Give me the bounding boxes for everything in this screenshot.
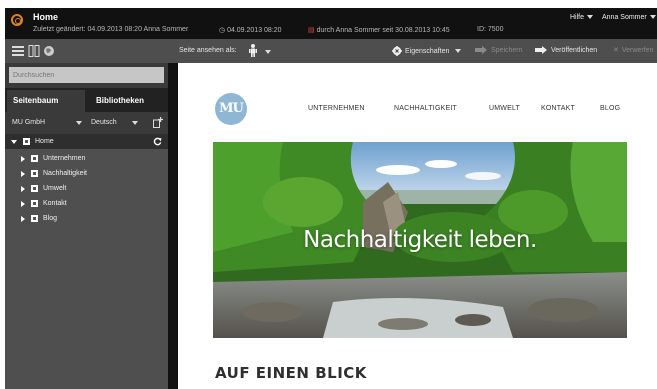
language-select[interactable]: Deutsch xyxy=(91,119,117,126)
save-arrow-icon xyxy=(475,46,487,54)
user-name: Anna Sommer xyxy=(602,14,647,21)
chevron-down-icon[interactable] xyxy=(76,121,82,125)
tree-item-label: Nachhaltigkeit xyxy=(43,170,87,177)
tab-libraries[interactable]: Bibliotheken xyxy=(90,90,166,112)
chevron-down-icon[interactable] xyxy=(132,121,138,125)
user-menu[interactable]: Anna Sommer xyxy=(602,14,656,21)
page-title: Home xyxy=(33,12,59,22)
page-tree: Home Unternehmen Nachhaltigkeit Umwelt K… xyxy=(5,134,168,389)
view-as-label: Seite ansehen als: xyxy=(179,47,237,54)
search-input[interactable] xyxy=(9,67,164,83)
site-logo[interactable]: MU xyxy=(215,93,247,125)
chevron-down-icon xyxy=(587,15,594,20)
refresh-icon[interactable] xyxy=(153,137,162,146)
page-icon xyxy=(31,200,38,207)
tree-item-umwelt[interactable]: Umwelt xyxy=(21,181,66,196)
page-icon xyxy=(23,138,30,145)
site-select[interactable]: MU GmbH xyxy=(12,119,45,126)
properties-button[interactable]: Eigenschaften xyxy=(392,46,462,56)
expand-icon[interactable] xyxy=(21,155,25,162)
page-icon xyxy=(31,185,38,192)
page-icon xyxy=(31,215,38,222)
hero-heading: Nachhaltigkeit leben. xyxy=(303,227,537,253)
help-menu[interactable]: Hilfe xyxy=(570,14,594,21)
nav-umwelt[interactable]: UMWELT xyxy=(489,105,520,112)
expand-icon[interactable] xyxy=(21,170,25,177)
lock-text: durch Anna Sommer seit 30.08.2013 10:45 xyxy=(316,27,450,34)
top-bar: Home Zuletzt geändert: 04.09.2013 08:20 … xyxy=(5,8,657,39)
chevron-down-icon xyxy=(649,15,656,20)
discard-button[interactable]: ✕ Verwerfen xyxy=(613,46,654,55)
app-logo-icon[interactable] xyxy=(11,14,23,26)
columns-view-icon[interactable] xyxy=(28,45,40,57)
date-info: ◷ 04.09.2013 08:20 xyxy=(219,26,282,34)
properties-label: Eigenschaften xyxy=(405,47,450,55)
tree-item-label: Unternehmen xyxy=(43,155,86,162)
publish-button[interactable]: Veröffentlichen xyxy=(535,46,597,54)
list-view-icon[interactable] xyxy=(12,45,24,57)
nav-kontakt[interactable]: KONTAKT xyxy=(541,105,575,112)
person-icon[interactable] xyxy=(248,44,258,57)
tree-item-label: Blog xyxy=(43,215,58,222)
tree-item-label: Home xyxy=(35,138,54,145)
lock-icon: ▤ xyxy=(308,27,315,34)
help-label: Hilfe xyxy=(570,14,585,21)
cms-window: Home Zuletzt geändert: 04.09.2013 08:20 … xyxy=(5,8,657,389)
sidebar-selectors: MU GmbH Deutsch xyxy=(5,112,168,134)
tab-page-tree[interactable]: Seitenbaum xyxy=(7,90,85,112)
chevron-down-icon xyxy=(455,49,462,53)
nav-unternehmen[interactable]: UNTERNEHMEN xyxy=(308,105,365,112)
tree-item-nachhaltigkeit[interactable]: Nachhaltigkeit xyxy=(21,166,87,181)
sidebar-tabs: Seitenbaum Bibliotheken xyxy=(5,88,168,112)
chevron-down-icon[interactable] xyxy=(265,50,271,54)
discard-label: Verwerfen xyxy=(621,46,654,54)
gear-icon xyxy=(392,46,402,56)
sidebar: Seitenbaum Bibliotheken MU GmbH Deutsch … xyxy=(5,63,168,389)
globe-icon[interactable] xyxy=(43,45,55,57)
clock-icon: ◷ xyxy=(219,27,226,34)
tree-item-label: Umwelt xyxy=(43,185,67,192)
publish-arrow-icon xyxy=(535,46,547,54)
tree-item-kontakt[interactable]: Kontakt xyxy=(21,196,67,211)
date-text: 04.09.2013 08:20 xyxy=(227,27,282,34)
expand-icon[interactable] xyxy=(21,200,25,207)
expand-icon[interactable] xyxy=(21,215,25,222)
page-icon xyxy=(31,155,38,162)
publish-label: Veröffentlichen xyxy=(551,46,598,54)
expand-icon[interactable] xyxy=(21,185,25,192)
lock-info: ▤ durch Anna Sommer seit 30.08.2013 10:4… xyxy=(308,26,450,34)
last-changed-info: Zuletzt geändert: 04.09.2013 08:20 Anna … xyxy=(33,26,189,33)
section-heading: AUF EINEN BLICK xyxy=(215,364,367,382)
save-label: Speichern xyxy=(491,46,523,54)
page-preview: MU UNTERNEHMEN NACHHALTIGKEIT UMWELT KON… xyxy=(178,63,657,389)
tree-item-label: Kontakt xyxy=(43,200,67,207)
tree-item-home[interactable]: Home xyxy=(5,134,168,149)
save-button[interactable]: Speichern xyxy=(475,46,523,54)
panel-divider[interactable] xyxy=(168,63,178,389)
page-icon xyxy=(31,170,38,177)
add-page-icon[interactable] xyxy=(153,117,163,128)
hero-banner: Nachhaltigkeit leben. xyxy=(213,142,627,338)
tree-item-unternehmen[interactable]: Unternehmen xyxy=(21,151,85,166)
page-id: ID: 7500 xyxy=(477,26,504,33)
close-icon: ✕ xyxy=(613,47,619,54)
toolbar: Seite ansehen als: Eigenschaften Speiche… xyxy=(5,39,657,63)
tree-item-blog[interactable]: Blog xyxy=(21,211,57,226)
nav-blog[interactable]: BLOG xyxy=(600,105,620,112)
collapse-icon[interactable] xyxy=(11,139,17,144)
nav-nachhaltigkeit[interactable]: NACHHALTIGKEIT xyxy=(394,105,457,112)
